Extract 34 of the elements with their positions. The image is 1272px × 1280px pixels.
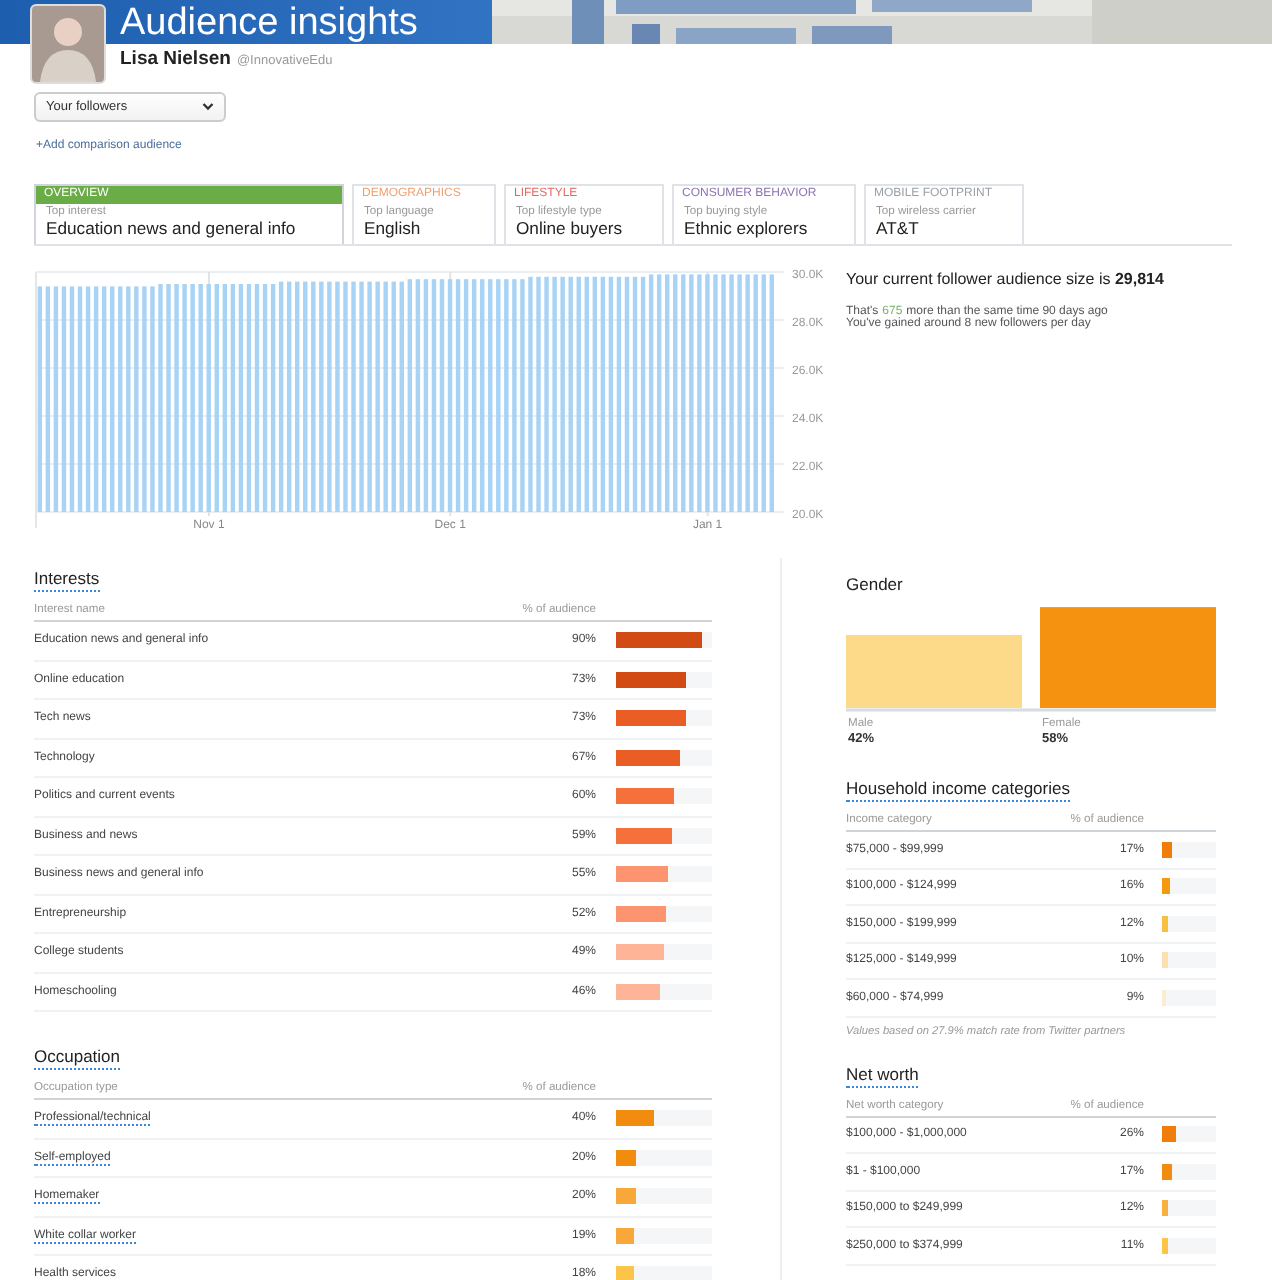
percent-bar [616, 866, 712, 883]
percent-bar [616, 983, 712, 1000]
user-name: Lisa Nielsen [120, 48, 231, 70]
percent-bar [616, 1188, 712, 1205]
section-title: Interests [34, 568, 100, 592]
percent-bar [1162, 1126, 1216, 1143]
percent-bar [1162, 989, 1216, 1006]
section-title: Household income categories [846, 778, 1070, 802]
percent-bar [616, 1266, 712, 1280]
section-title: Gender [846, 574, 903, 596]
percent-bar [616, 788, 712, 805]
percent-bar [616, 944, 712, 961]
percent-bar [1162, 1237, 1216, 1254]
percent-bar [616, 749, 712, 766]
caret-icon [202, 102, 214, 112]
avatar [30, 4, 106, 84]
page-title: Audience insights [120, 0, 418, 48]
section-title: Occupation [34, 1046, 120, 1070]
percent-bar [616, 710, 712, 727]
percent-bar [616, 671, 712, 688]
percent-bar [1162, 952, 1216, 969]
percent-bar [616, 827, 712, 844]
percent-bar [616, 1227, 712, 1244]
percent-bar [616, 1110, 712, 1127]
percent-bar [616, 632, 712, 649]
percent-bar [616, 1149, 712, 1166]
percent-bar [1162, 1163, 1216, 1180]
section-title: Net worth [846, 1063, 919, 1087]
percent-bar [616, 905, 712, 922]
audience-size-headline: Your current follower audience size is 29,814 [846, 270, 1164, 288]
percent-bar [1162, 915, 1216, 932]
percent-bar [1162, 878, 1216, 895]
percent-bar [1162, 1200, 1216, 1217]
percent-bar [1162, 841, 1216, 858]
